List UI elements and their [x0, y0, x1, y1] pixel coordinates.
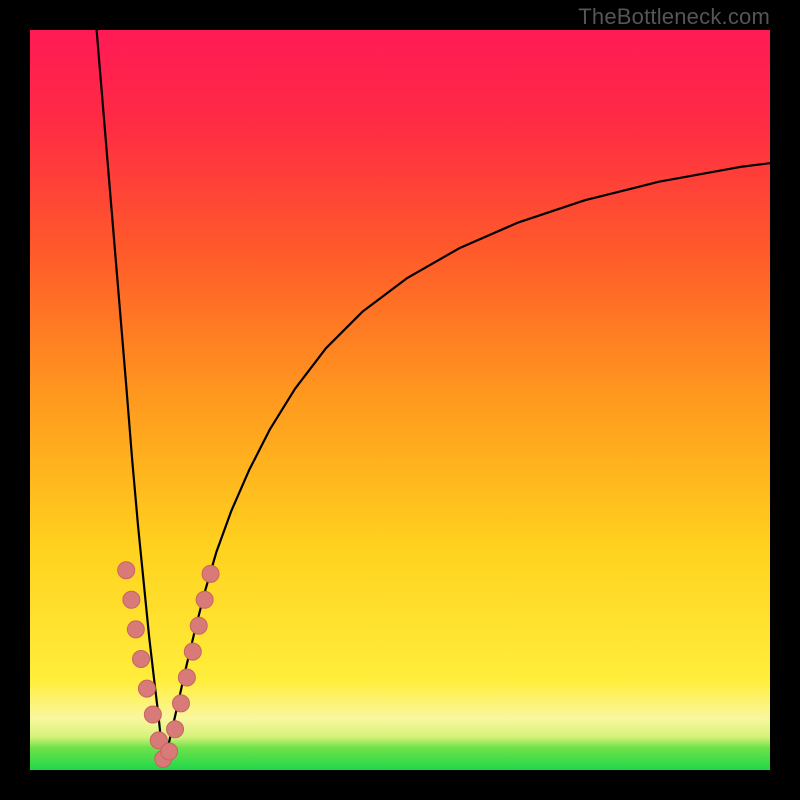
data-point [167, 721, 184, 738]
data-point [127, 621, 144, 638]
data-point [144, 706, 161, 723]
watermark-text: TheBottleneck.com [578, 4, 770, 30]
data-point [123, 591, 140, 608]
data-point [190, 617, 207, 634]
data-point [178, 669, 195, 686]
plot-area [30, 30, 770, 770]
data-point [161, 743, 178, 760]
data-point [184, 643, 201, 660]
data-point [202, 565, 219, 582]
chart-svg [30, 30, 770, 770]
data-point [133, 651, 150, 668]
data-point [172, 695, 189, 712]
data-point [118, 562, 135, 579]
data-point [138, 680, 155, 697]
chart-root: TheBottleneck.com [0, 0, 800, 800]
data-point [196, 591, 213, 608]
